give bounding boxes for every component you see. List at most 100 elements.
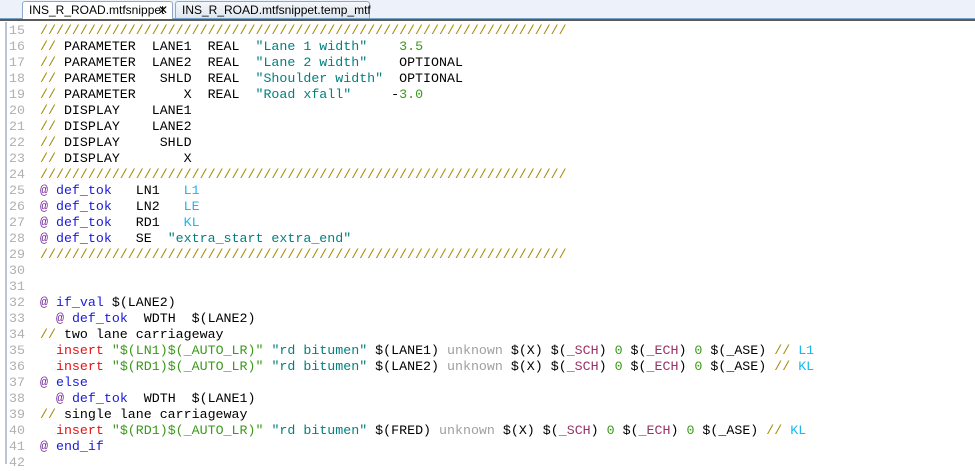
code-text: // DISPLAY SHLD	[40, 135, 192, 151]
code-text: @ def_tok WDTH $(LANE1)	[40, 391, 256, 407]
code-token: @	[40, 295, 56, 310]
tab-ins-r-road-mtfsnippet[interactable]: INS_R_ROAD.mtfsnippet ✕	[22, 1, 173, 19]
code-token: )	[678, 343, 695, 358]
code-token: @	[40, 199, 56, 214]
code-token: LN1	[111, 183, 184, 198]
code-text: @ end_if	[40, 439, 104, 455]
code-token: 3.5	[399, 39, 424, 54]
line-number: 26	[9, 199, 25, 214]
code-token: @	[40, 439, 56, 454]
code-token: $(	[622, 343, 647, 358]
code-token: if_val	[55, 295, 104, 310]
code-text: // DISPLAY X	[40, 151, 192, 167]
code-text: // DISPLAY LANE1	[40, 103, 192, 119]
code-token: "Road xfall"	[255, 87, 352, 102]
code-token: //	[40, 55, 64, 70]
code-text: ////////////////////////////////////////…	[40, 23, 567, 39]
code-text: insert "$(RD1)$(_AUTO_LR)" "rd bitumen" …	[40, 423, 806, 439]
code-token: KL	[790, 423, 807, 438]
code-text: // DISPLAY LANE2	[40, 119, 192, 135]
code-token: PARAMETER LANE2 REAL	[63, 55, 256, 70]
code-token: $(LANE2)	[367, 359, 447, 374]
code-token: DISPLAY LANE2	[63, 119, 192, 134]
code-token: "$(LN1)$(_AUTO_LR)"	[111, 343, 264, 358]
code-token: //	[40, 87, 64, 102]
line-number: 36	[9, 359, 25, 374]
code-token: $(	[614, 423, 639, 438]
line-number: 30	[9, 263, 25, 278]
code-token: 0	[614, 359, 623, 374]
code-text: insert "$(RD1)$(_AUTO_LR)" "rd bitumen" …	[40, 359, 814, 375]
line-number: 22	[9, 135, 25, 150]
code-token: //	[40, 119, 64, 134]
code-token: $(X) $(	[494, 423, 559, 438]
code-token: $(LANE1)	[367, 343, 447, 358]
line-number: 17	[9, 55, 25, 70]
code-token: WDTH $(LANE1)	[127, 391, 256, 406]
code-text: @ def_tok LN2 LE	[40, 199, 200, 215]
code-token: @	[40, 215, 56, 230]
code-token: //	[774, 359, 799, 374]
code-token: def_tok	[55, 183, 112, 198]
code-token: _ECH	[638, 423, 671, 438]
code-token: LN2	[111, 199, 184, 214]
code-token: "$(RD1)$(_AUTO_LR)"	[111, 359, 264, 374]
code-token: LE	[183, 199, 200, 214]
line-number: 42	[9, 455, 25, 470]
code-token: -	[391, 87, 400, 102]
code-token: $(_ASE)	[694, 423, 767, 438]
code-token: //	[40, 327, 64, 342]
code-token: PARAMETER X REAL	[63, 87, 256, 102]
close-icon[interactable]: ✕	[158, 2, 168, 19]
tab-label: INS_R_ROAD.mtfsnippet	[29, 3, 165, 17]
code-token: _ECH	[646, 359, 679, 374]
tab-ins-r-road-temp-mtf[interactable]: INS_R_ROAD.mtfsnippet.temp_mtf	[175, 1, 371, 18]
code-token: insert	[55, 359, 104, 374]
line-number: 37	[9, 375, 25, 390]
code-text: // PARAMETER X REAL "Road xfall" -3.0	[40, 87, 423, 103]
code-token: )	[678, 359, 695, 374]
code-token: @	[40, 183, 56, 198]
line-number: 27	[9, 215, 25, 230]
code-text: // PARAMETER SHLD REAL "Shoulder width" …	[40, 71, 463, 87]
code-token: SE	[111, 231, 168, 246]
code-token: KL	[183, 215, 200, 230]
code-token: "$(RD1)$(_AUTO_LR)"	[111, 423, 264, 438]
code-token: _SCH	[558, 423, 591, 438]
line-number: 16	[9, 39, 25, 54]
code-token: RD1	[111, 215, 184, 230]
line-number: 28	[9, 231, 25, 246]
code-text: @ if_val $(LANE2)	[40, 295, 176, 311]
line-number: 40	[9, 423, 25, 438]
code-text: ////////////////////////////////////////…	[40, 247, 567, 263]
tab-label: INS_R_ROAD.mtfsnippet.temp_mtf	[182, 3, 371, 17]
code-token: unknown	[447, 343, 503, 358]
code-token: "extra_start extra_end"	[167, 231, 352, 246]
code-token: @	[55, 391, 72, 406]
code-text: insert "$(LN1)$(_AUTO_LR)" "rd bitumen" …	[40, 343, 814, 359]
code-token: 0	[614, 343, 623, 358]
code-token: //	[40, 407, 64, 422]
code-token: def_tok	[71, 311, 128, 326]
code-token: two lane carriageway	[63, 327, 224, 342]
line-number: 24	[9, 167, 25, 182]
code-text: @ def_tok RD1 KL	[40, 215, 200, 231]
code-token: "Lane 1 width"	[255, 39, 368, 54]
code-token: unknown	[447, 359, 503, 374]
code-token: ////////////////////////////////////////…	[40, 167, 567, 182]
line-number: 15	[9, 23, 25, 38]
code-token: )	[598, 359, 615, 374]
code-text: @ else	[40, 375, 88, 391]
code-token: )	[598, 343, 615, 358]
code-token: $(X) $(	[502, 343, 567, 358]
code-editor[interactable]: 15//////////////////////////////////////…	[5, 22, 975, 470]
line-number: 23	[9, 151, 25, 166]
code-text: // PARAMETER LANE2 REAL "Lane 2 width" O…	[40, 55, 463, 71]
code-token: DISPLAY LANE1	[63, 103, 192, 118]
code-text: @ def_tok LN1 L1	[40, 183, 200, 199]
line-number: 31	[9, 279, 25, 294]
